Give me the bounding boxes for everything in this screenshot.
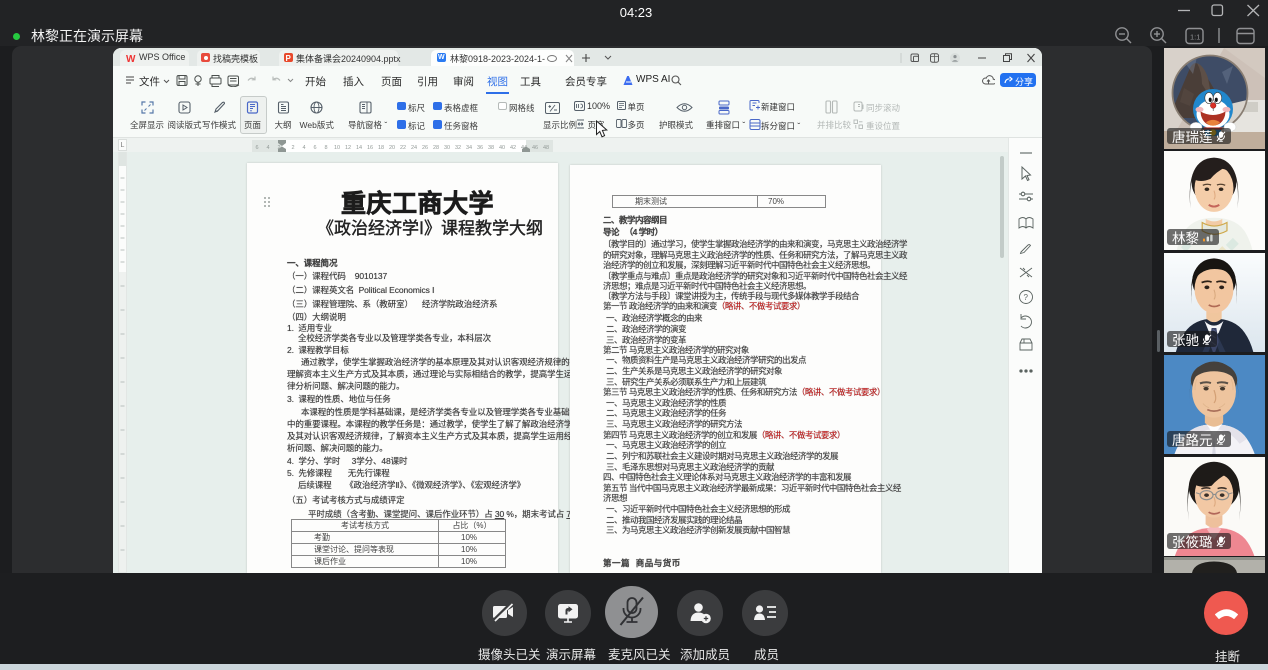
svg-text:12: 12	[345, 145, 351, 151]
svg-text:16: 16	[367, 145, 373, 151]
svg-text:8: 8	[324, 145, 327, 151]
svg-text:2: 2	[291, 145, 294, 151]
svg-text:6: 6	[255, 145, 258, 151]
svg-text:4: 4	[266, 145, 269, 151]
svg-text:30: 30	[444, 145, 450, 151]
svg-text:46: 46	[532, 145, 538, 151]
svg-text:34: 34	[466, 145, 472, 151]
svg-text:18: 18	[378, 145, 384, 151]
svg-text:36: 36	[477, 145, 483, 151]
svg-text:32: 32	[455, 145, 461, 151]
svg-text:24: 24	[411, 145, 417, 151]
svg-text:1:1: 1:1	[1190, 33, 1200, 42]
svg-text:40: 40	[499, 145, 505, 151]
svg-text:14: 14	[356, 145, 362, 151]
svg-text:20: 20	[389, 145, 395, 151]
svg-text:4: 4	[302, 145, 305, 151]
svg-text:26: 26	[422, 145, 428, 151]
svg-text:10: 10	[334, 145, 340, 151]
svg-text:28: 28	[433, 145, 439, 151]
svg-text:38: 38	[488, 145, 494, 151]
svg-text:48: 48	[543, 145, 549, 151]
svg-text:42: 42	[510, 145, 516, 151]
svg-text:6: 6	[313, 145, 316, 151]
svg-text:22: 22	[400, 145, 406, 151]
svg-text:?: ?	[1024, 293, 1029, 302]
svg-text:W: W	[126, 54, 136, 63]
